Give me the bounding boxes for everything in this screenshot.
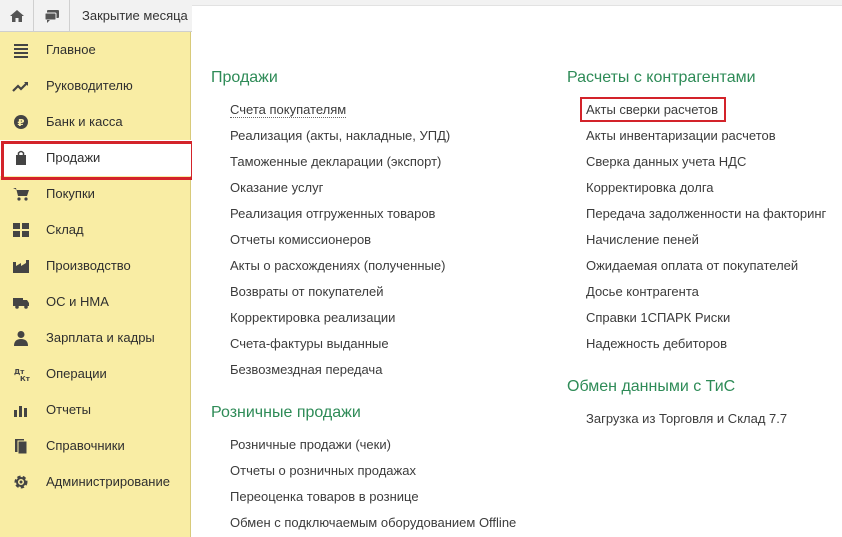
sidebar-item-label: Продажи: [46, 150, 101, 165]
warehouse-grid-icon: [13, 223, 29, 237]
link-invoices-issued[interactable]: Счета-фактуры выданные: [230, 336, 389, 351]
sidebar-item-sales[interactable]: Продажи: [0, 140, 194, 180]
link-customs-declarations[interactable]: Таможенные декларации (экспорт): [230, 154, 441, 169]
link-offline-equipment-exchange[interactable]: Обмен с подключаемым оборудованием Offli…: [230, 515, 516, 530]
shopping-bag-icon: [16, 150, 26, 165]
discussions-button[interactable]: [34, 0, 70, 32]
sidebar-item-directories[interactable]: Справочники: [0, 428, 191, 464]
ruble-coin-icon: ₽: [14, 115, 28, 129]
sidebar-item-label: Главное: [46, 42, 96, 57]
cart-icon: [13, 188, 29, 201]
sidebar-item-label: Справочники: [46, 438, 125, 453]
link-settlement-inventory-acts[interactable]: Акты инвентаризации расчетов: [586, 128, 776, 143]
sidebar-item-warehouse[interactable]: Склад: [0, 212, 191, 248]
chat-icon: [44, 10, 59, 23]
link-vat-reconciliation[interactable]: Сверка данных учета НДС: [586, 154, 746, 169]
debit-credit-icon: Дт Кт: [14, 368, 30, 382]
section-title-settlements: Расчеты с контрагентами: [567, 69, 756, 86]
sidebar-item-label: Администрирование: [46, 474, 170, 489]
menu-lines-icon: [14, 44, 28, 58]
home-icon: [9, 10, 24, 22]
home-button[interactable]: [0, 0, 34, 32]
sidebar-item-main[interactable]: Главное: [0, 32, 191, 68]
link-retail-revaluation[interactable]: Переоценка товаров в рознице: [230, 489, 419, 504]
sidebar-item-reports[interactable]: Отчеты: [0, 392, 191, 428]
svg-text:₽: ₽: [18, 118, 25, 129]
link-customer-invoices[interactable]: Счета покупателям: [230, 102, 347, 118]
sections-panel: Главное Руководителю ₽ Банк и касса Прод…: [0, 32, 194, 537]
sidebar-item-purchases[interactable]: Покупки: [0, 176, 191, 212]
sidebar-item-label: Руководителю: [46, 78, 133, 93]
sidebar-item-label: Операции: [46, 366, 107, 381]
sidebar-item-administration[interactable]: Администрирование: [0, 464, 191, 500]
truck-icon: [13, 298, 29, 309]
person-icon: [14, 331, 28, 346]
sidebar-item-fixed-assets[interactable]: ОС и НМА: [0, 284, 191, 320]
tab-month-closing[interactable]: Закрытие месяца: [70, 0, 192, 32]
link-debt-adjustment[interactable]: Корректировка долга: [586, 180, 714, 195]
sidebar-item-label: Отчеты: [46, 402, 91, 417]
sidebar-item-label: Покупки: [46, 186, 95, 201]
sidebar-item-label: Производство: [46, 258, 131, 273]
section-title-retail: Розничные продажи: [211, 404, 361, 421]
link-retail-reports[interactable]: Отчеты о розничных продажах: [230, 463, 416, 478]
link-shipped-goods[interactable]: Реализация отгруженных товаров: [230, 206, 435, 221]
link-spark-risks[interactable]: Справки 1СПАРК Риски: [586, 310, 730, 325]
sidebar-item-bank[interactable]: ₽ Банк и касса: [0, 104, 191, 140]
section-title-sales: Продажи: [211, 69, 278, 86]
section-title-exchange: Обмен данными с ТиС: [567, 378, 736, 395]
link-services[interactable]: Оказание услуг: [230, 180, 323, 195]
sidebar-item-label: Склад: [46, 222, 84, 237]
sidebar-item-label: ОС и НМА: [46, 294, 109, 309]
svg-text:Кт: Кт: [20, 375, 30, 382]
link-debtor-reliability[interactable]: Надежность дебиторов: [586, 336, 727, 351]
link-retail-receipts[interactable]: Розничные продажи (чеки): [230, 437, 391, 452]
link-free-transfer[interactable]: Безвозмездная передача: [230, 362, 382, 377]
sidebar-item-manager[interactable]: Руководителю: [0, 68, 191, 104]
link-sales-correction[interactable]: Корректировка реализации: [230, 310, 395, 325]
link-expected-payments[interactable]: Ожидаемая оплата от покупателей: [586, 258, 798, 273]
bar-chart-icon: [14, 406, 27, 417]
link-counterparty-dossier[interactable]: Досье контрагента: [586, 284, 699, 299]
trend-icon: [12, 82, 28, 92]
sales-section-content: Продажи Счета покупателям Реализация (ак…: [192, 5, 842, 537]
link-factoring[interactable]: Передача задолженности на факторинг: [586, 206, 826, 221]
link-penalties[interactable]: Начисление пеней: [586, 232, 699, 247]
link-reconciliation-acts[interactable]: Акты сверки расчетов: [586, 102, 718, 117]
link-sales-realization[interactable]: Реализация (акты, накладные, УПД): [230, 128, 450, 143]
link-commission-reports[interactable]: Отчеты комиссионеров: [230, 232, 371, 247]
link-customer-returns[interactable]: Возвраты от покупателей: [230, 284, 384, 299]
gear-icon: [14, 475, 28, 489]
sidebar-item-production[interactable]: Производство: [0, 248, 191, 284]
factory-icon: [13, 260, 29, 273]
sidebar-item-operations[interactable]: Дт Кт Операции: [0, 356, 191, 392]
sidebar-item-label: Зарплата и кадры: [46, 330, 155, 345]
sidebar-item-payroll[interactable]: Зарплата и кадры: [0, 320, 191, 356]
link-import-trade-warehouse[interactable]: Загрузка из Торговля и Склад 7.7: [586, 411, 787, 426]
book-icon: [15, 439, 28, 454]
sidebar-item-label: Банк и касса: [46, 114, 123, 129]
link-discrepancy-acts[interactable]: Акты о расхождениях (полученные): [230, 258, 445, 273]
